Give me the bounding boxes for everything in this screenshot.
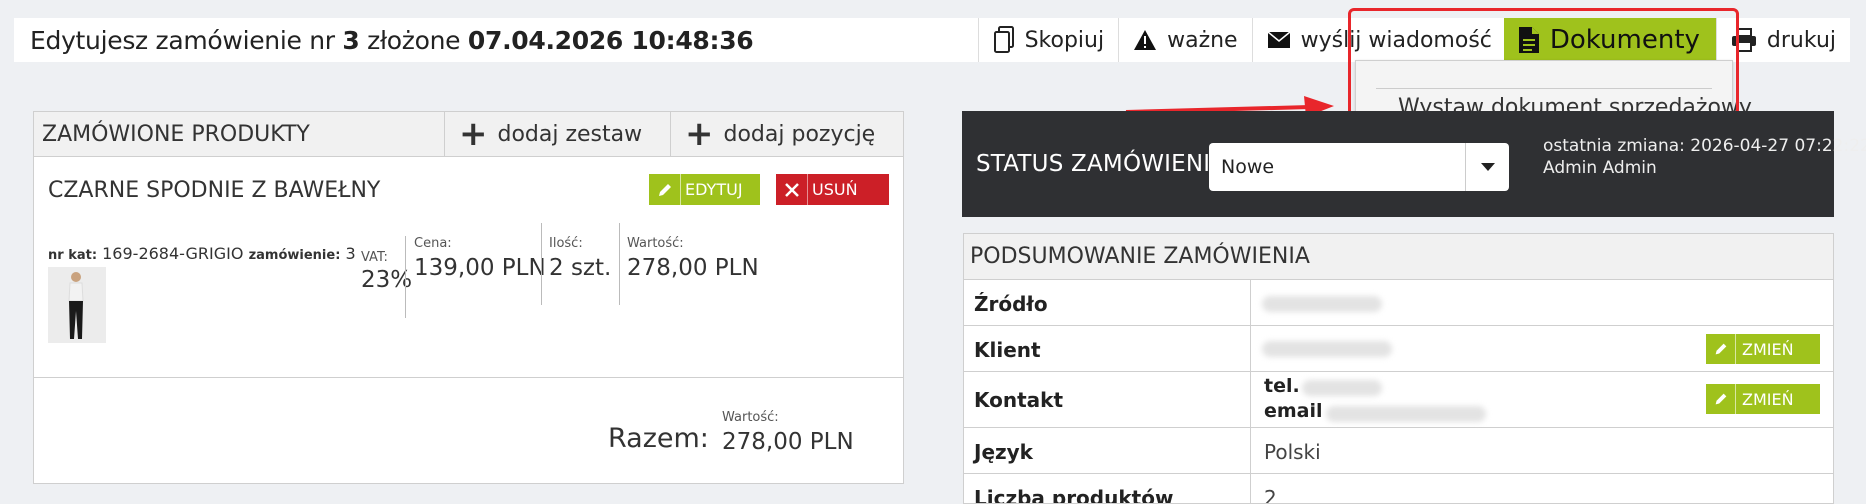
- order-datetime: 07.04.2026 10:48:36: [467, 25, 754, 55]
- column-divider: [1250, 474, 1251, 503]
- redacted-client: [1262, 341, 1392, 357]
- change-label: ZMIEŃ: [1742, 339, 1794, 359]
- summary-row-client: Klient ZMIEŃ: [964, 326, 1833, 372]
- dropdown-divider: [1376, 88, 1712, 89]
- summary-row-contact: Kontakt tel. email ZMIEŃ: [964, 372, 1833, 428]
- copy-label: Skopiuj: [1024, 27, 1105, 53]
- documents-label: Dokumenty: [1549, 25, 1700, 55]
- status-updated-time: ostatnia zmiana: 2026-04-27 07:22:22: [1543, 136, 1866, 156]
- price-label: Cena:: [414, 236, 452, 251]
- order-status-panel: STATUS ZAMÓWIENIA Nowe ostatnia zmiana: …: [962, 111, 1866, 217]
- total-value: 278,00 PLN: [722, 429, 854, 455]
- product-meta: nr kat: 169-2684-GRIGIO zamówienie: 3: [48, 244, 356, 263]
- print-button[interactable]: drukuj: [1715, 18, 1850, 62]
- qty-value: 2 szt.: [549, 255, 612, 281]
- value-value: 278,00 PLN: [627, 255, 759, 281]
- phone-label: tel.: [1264, 375, 1300, 397]
- pencil-icon: [1706, 384, 1736, 414]
- send-message-button[interactable]: wyślij wiadomość: [1251, 18, 1504, 62]
- pencil-icon: [1706, 334, 1736, 364]
- value-label: Wartość:: [627, 236, 684, 251]
- order-qty: 3: [345, 244, 356, 263]
- column-divider: [1250, 280, 1251, 325]
- order-number: 3: [342, 25, 360, 55]
- summary-row-language: Język Polski: [964, 428, 1833, 474]
- products-divider: [34, 377, 903, 378]
- edit-label: EDYTUJ: [685, 180, 743, 199]
- qty-label: Ilość:: [549, 236, 583, 251]
- product-name: CZARNE SPODNIE Z BAWEŁNY: [48, 178, 381, 203]
- column-divider: [1250, 372, 1251, 427]
- add-item-button[interactable]: + dodaj pozycję: [670, 112, 903, 156]
- product-count-label: Liczba produktów: [974, 486, 1174, 504]
- edit-button[interactable]: EDYTUJ: [649, 174, 760, 205]
- price-value: 139,00 PLN: [414, 255, 546, 281]
- divider: [405, 236, 406, 318]
- pencil-icon: [649, 174, 681, 205]
- redacted-email: [1326, 406, 1486, 422]
- status-select[interactable]: Nowe: [1209, 143, 1509, 191]
- catalog-label: nr kat:: [48, 248, 98, 263]
- language-value: Polski: [1264, 440, 1321, 464]
- order-summary-panel: PODSUMOWANIE ZAMÓWIENIA Źródło Klient ZM…: [963, 233, 1834, 504]
- important-button[interactable]: ważne: [1118, 18, 1252, 62]
- products-title: ZAMÓWIONE PRODUKTY: [42, 122, 310, 147]
- source-label: Źródło: [974, 292, 1048, 316]
- product-count-value: 2: [1264, 486, 1277, 504]
- warning-icon: [1134, 30, 1157, 50]
- order-label: zamówienie:: [248, 248, 341, 263]
- important-label: ważne: [1167, 27, 1238, 53]
- column-divider: [1250, 428, 1251, 473]
- contact-label: Kontakt: [974, 388, 1064, 412]
- client-label: Klient: [974, 338, 1041, 362]
- plus-icon: +: [459, 114, 488, 154]
- ordered-products-panel: ZAMÓWIONE PRODUKTY + dodaj zestaw + dodaj …: [33, 111, 904, 484]
- status-selected-value: Nowe: [1221, 156, 1275, 178]
- column-divider: [1250, 326, 1251, 371]
- chevron-down-icon: [1465, 143, 1509, 191]
- send-message-label: wyślij wiadomość: [1300, 27, 1492, 53]
- products-header: ZAMÓWIONE PRODUKTY + dodaj zestaw + dodaj …: [34, 112, 903, 157]
- product-thumbnail[interactable]: [48, 267, 106, 343]
- total-label: Razem:: [608, 423, 709, 454]
- delete-label: USUŃ: [812, 180, 858, 199]
- product-photo-icon: [48, 267, 106, 343]
- documents-button[interactable]: Dokumenty: [1503, 18, 1716, 62]
- close-icon: [776, 174, 808, 205]
- copy-icon: [993, 26, 1014, 53]
- change-label: ZMIEŃ: [1742, 389, 1794, 409]
- status-update-info: ostatnia zmiana: 2026-04-27 07:22:22 Adm…: [1543, 135, 1866, 179]
- top-bar: Edytujesz zamówienie nr 3 złożone 07.04.…: [14, 18, 1850, 62]
- email-label: email: [1264, 400, 1323, 422]
- change-client-button[interactable]: ZMIEŃ: [1706, 334, 1820, 364]
- change-contact-button[interactable]: ZMIEŃ: [1706, 384, 1820, 414]
- redacted-source: [1262, 296, 1382, 312]
- summary-row-source: Źródło: [964, 280, 1833, 326]
- page-title: Edytujesz zamówienie nr 3 złożone 07.04.…: [14, 26, 978, 55]
- total-value-label: Wartość:: [722, 410, 779, 425]
- status-updated-user: Admin Admin: [1543, 158, 1657, 178]
- summary-title: PODSUMOWANIE ZAMÓWIENIA: [964, 234, 1833, 280]
- delete-button[interactable]: USUŃ: [776, 174, 889, 205]
- add-set-button[interactable]: + dodaj zestaw: [444, 112, 670, 156]
- divider: [541, 223, 542, 305]
- copy-button[interactable]: Skopiuj: [977, 18, 1119, 62]
- plus-icon: +: [685, 114, 714, 154]
- add-item-label: dodaj pozycję: [723, 121, 876, 147]
- envelope-icon: [1267, 31, 1291, 48]
- status-title: STATUS ZAMÓWIENIA: [976, 151, 1227, 177]
- add-set-label: dodaj zestaw: [497, 121, 643, 147]
- redacted-phone: [1302, 380, 1382, 396]
- vat-label: VAT:: [361, 250, 388, 265]
- divider: [619, 223, 620, 305]
- summary-row-product-count: Liczba produktów 2: [964, 474, 1833, 504]
- language-label: Język: [974, 440, 1033, 464]
- document-icon: [1518, 27, 1539, 53]
- title-prefix: Edytujesz zamówienie nr: [30, 25, 343, 55]
- printer-icon: [1731, 28, 1756, 52]
- title-middle: złożone: [359, 25, 468, 55]
- catalog-number: 169-2684-GRIGIO: [102, 244, 244, 263]
- print-label: drukuj: [1766, 27, 1836, 53]
